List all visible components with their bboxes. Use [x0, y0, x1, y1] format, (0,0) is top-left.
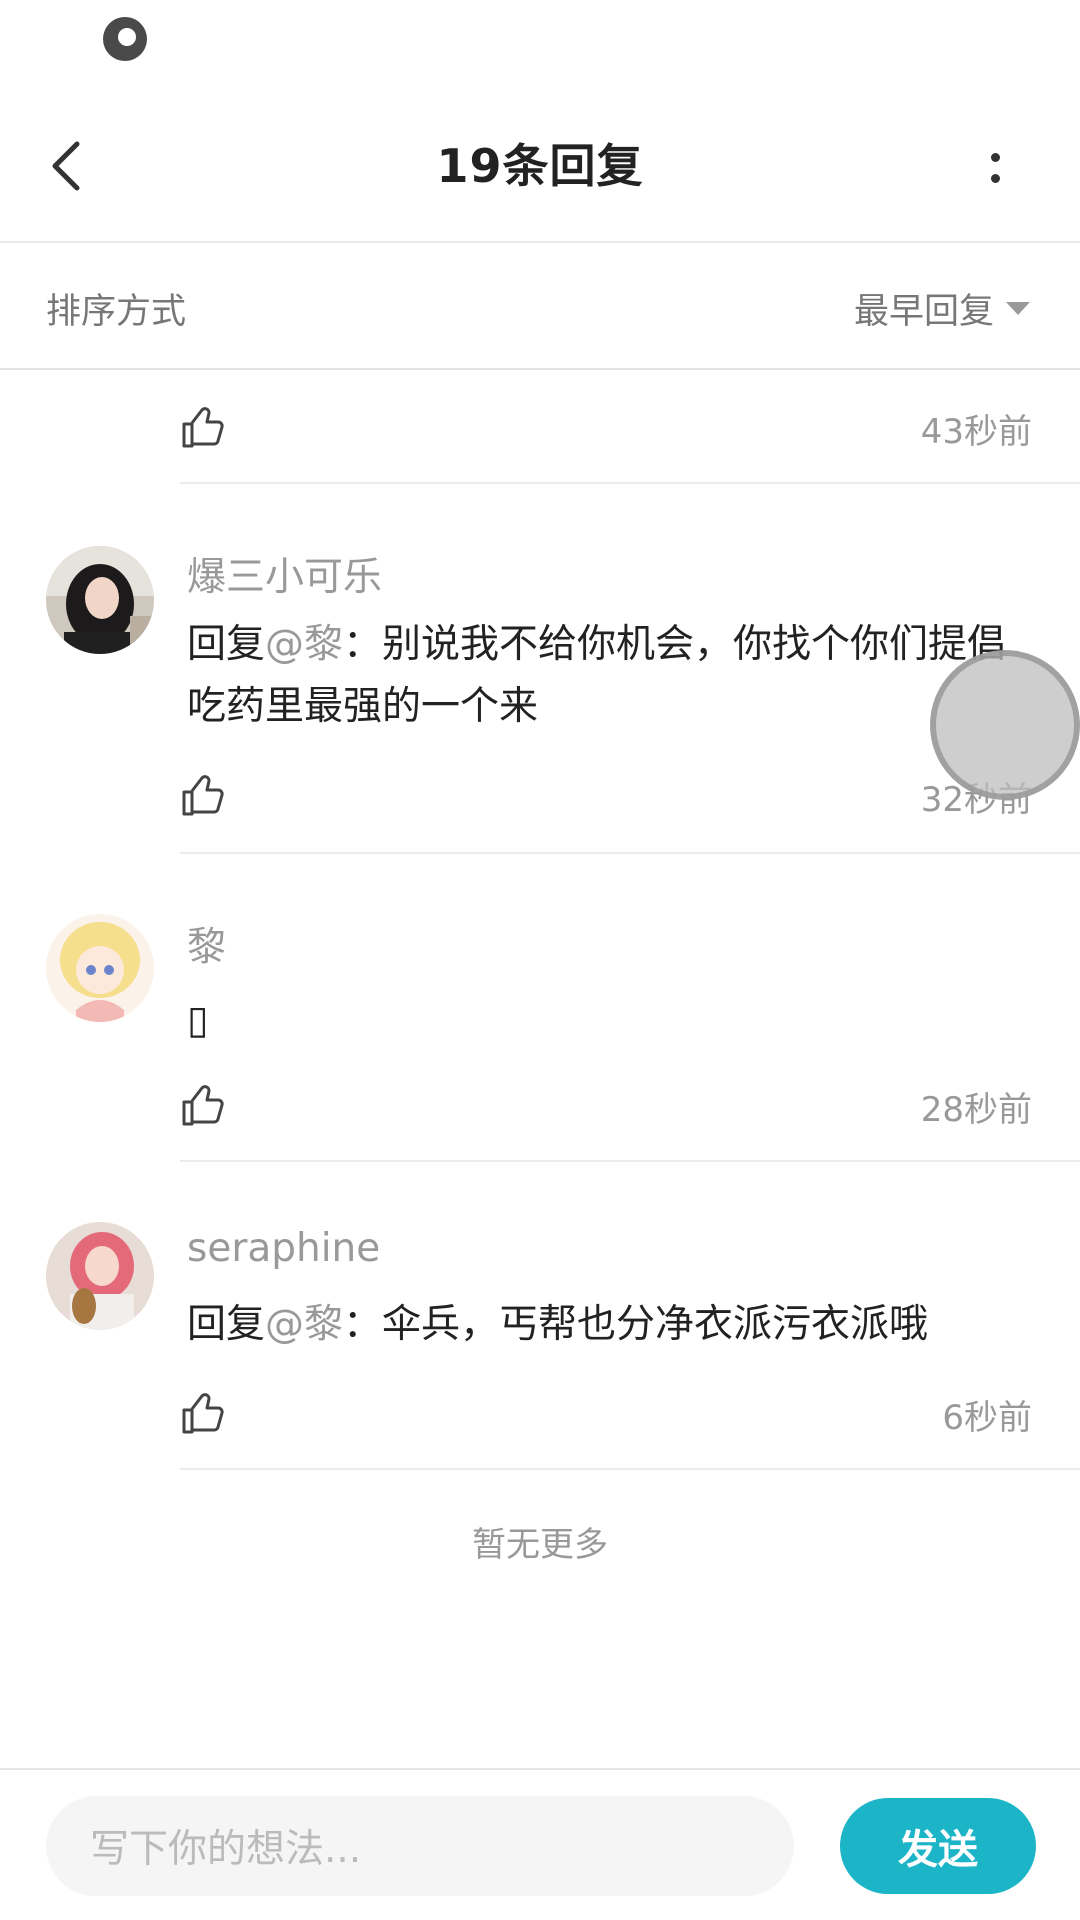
mention-link[interactable]: @黎	[265, 1302, 343, 1347]
sort-dropdown[interactable]: 最早回复	[854, 283, 1030, 334]
send-button[interactable]: 发送	[840, 1798, 1036, 1894]
sort-selected-value: 最早回复	[853, 292, 994, 332]
sort-bar: 排序方式 最早回复	[0, 243, 1080, 368]
page-title: 19条回复	[436, 139, 644, 193]
comment-username[interactable]: seraphine	[187, 1226, 380, 1271]
comment-input[interactable]: 写下你的想法...	[46, 1796, 794, 1896]
comment-time: 43秒前	[920, 412, 1032, 452]
comment-time: 28秒前	[920, 1090, 1032, 1130]
comment-text: 回复@黎：伞兵，丐帮也分净衣派污衣派哦	[187, 1294, 1027, 1356]
row-divider	[180, 1468, 1080, 1470]
sort-divider	[0, 368, 1080, 370]
sort-label: 排序方式	[46, 292, 187, 332]
avatar[interactable]	[46, 914, 154, 1022]
more-dot-icon	[990, 174, 1000, 183]
thumbs-up-icon[interactable]	[180, 1390, 226, 1436]
touch-indicator	[930, 650, 1080, 800]
row-divider	[180, 1160, 1080, 1162]
more-dot-icon	[990, 153, 1000, 162]
top-bar: 19条回复	[0, 90, 1080, 242]
mention-link[interactable]: @黎	[265, 622, 343, 667]
caret-down-icon	[1006, 302, 1030, 315]
reply-prefix: 回复	[187, 1302, 266, 1347]
thumbs-up-icon[interactable]	[180, 404, 226, 450]
status-indicator-icon	[103, 17, 147, 61]
avatar[interactable]	[46, 1222, 154, 1330]
no-more-label: 暂无更多	[472, 1525, 608, 1565]
comment-text: 回复@黎：别说我不给你机会，你找个你们提倡吃药里最强的一个来	[187, 614, 1027, 738]
avatar[interactable]	[46, 546, 154, 654]
comment-text: ▯	[187, 998, 209, 1043]
row-divider	[180, 852, 1080, 854]
composer-bar: 写下你的想法... 发送	[0, 1770, 1080, 1920]
row-divider	[180, 482, 1080, 484]
thumbs-up-icon[interactable]	[180, 772, 226, 818]
more-options-button[interactable]	[980, 140, 1010, 196]
comment-username[interactable]: 黎	[187, 916, 226, 972]
comment-username[interactable]: 爆三小可乐	[187, 546, 382, 602]
comment-time: 6秒前	[942, 1398, 1032, 1438]
comment-body: ：伞兵，丐帮也分净衣派污衣派哦	[343, 1302, 929, 1347]
reply-prefix: 回复	[187, 622, 266, 667]
thumbs-up-icon[interactable]	[180, 1082, 226, 1128]
comment-replies-page: 19条回复 排序方式 最早回复 43秒前 爆三小可乐 回复@黎：别说我不给你机会…	[0, 0, 1080, 1920]
